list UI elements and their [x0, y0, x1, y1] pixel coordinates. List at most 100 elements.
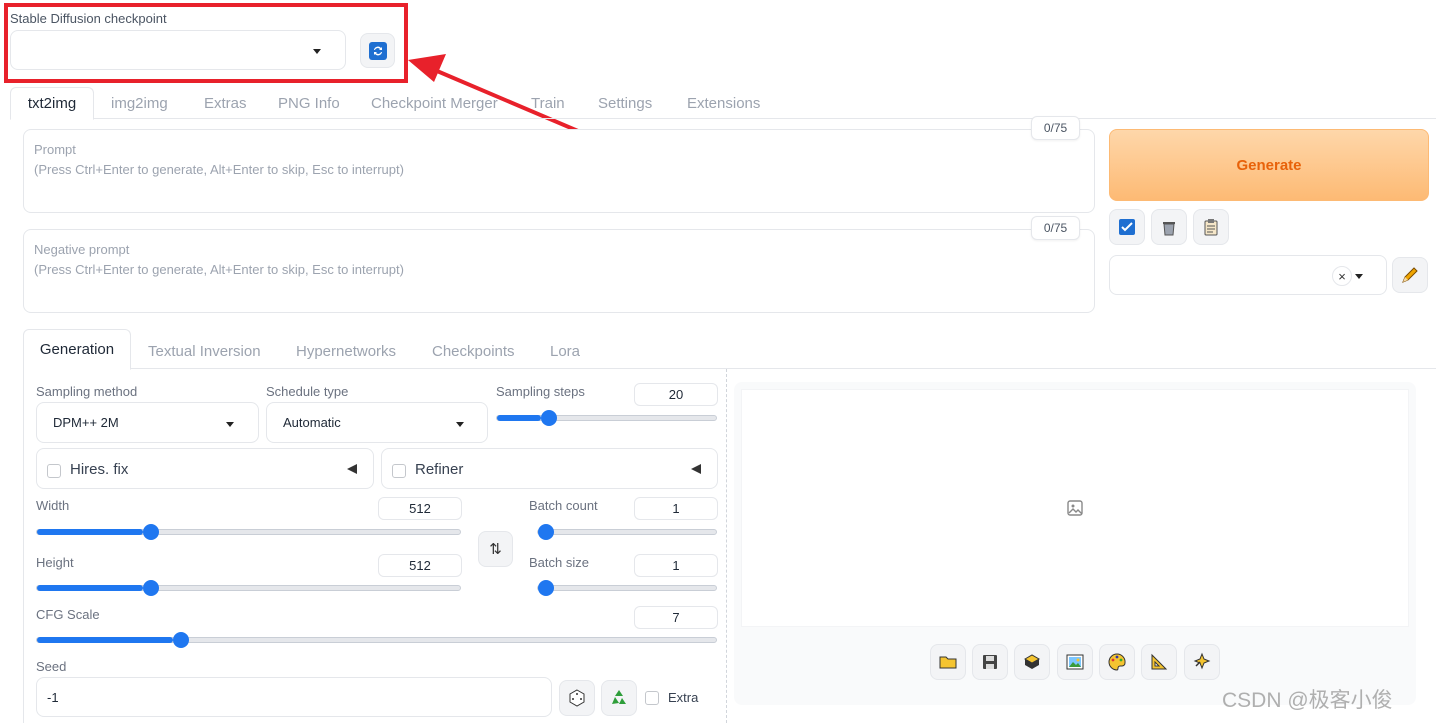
- slider-fill: [37, 585, 143, 591]
- tab-settings[interactable]: Settings: [598, 95, 652, 112]
- negative-prompt-placeholder: (Press Ctrl+Enter to generate, Alt+Enter…: [34, 262, 404, 277]
- slider-thumb[interactable]: [143, 524, 159, 540]
- height-slider[interactable]: [36, 580, 461, 596]
- cfg-scale-slider[interactable]: [36, 632, 717, 648]
- reuse-seed-button[interactable]: [601, 680, 637, 716]
- sampling-method-value: DPM++ 2M: [53, 415, 119, 430]
- annotation-highlight-box: [4, 3, 408, 83]
- chevron-down-icon: [456, 422, 464, 427]
- tab-txt2img[interactable]: txt2img: [10, 87, 94, 120]
- send-to-extras-button[interactable]: [1141, 644, 1177, 680]
- slider-thumb[interactable]: [173, 632, 189, 648]
- tab-train[interactable]: Train: [531, 95, 565, 112]
- tab-textual-inversion[interactable]: Textual Inversion: [148, 343, 261, 360]
- cfg-scale-input[interactable]: 7: [634, 606, 718, 629]
- negative-prompt-token-counter: 0/75: [1031, 216, 1080, 240]
- sampling-method-label: Sampling method: [36, 384, 138, 399]
- recycle-icon: [612, 690, 626, 704]
- clear-prompt-button[interactable]: [1151, 209, 1187, 245]
- seed-label: Seed: [36, 659, 67, 674]
- image-placeholder-icon: [1067, 500, 1083, 516]
- tab-generation-label: Generation: [39, 341, 115, 358]
- picture-icon: [1066, 654, 1084, 670]
- height-input[interactable]: 512: [378, 554, 462, 577]
- create-thumbnail-button[interactable]: [1184, 644, 1220, 680]
- open-folder-button[interactable]: [930, 644, 966, 680]
- tab-extras[interactable]: Extras: [204, 95, 247, 112]
- swap-icon: ⇅: [489, 541, 502, 558]
- slider-fill: [37, 529, 143, 535]
- slider-fill: [37, 637, 173, 643]
- palette-icon: [1108, 653, 1126, 671]
- width-slider[interactable]: [36, 524, 461, 540]
- dice-icon: [569, 689, 585, 707]
- triangle-ruler-icon: [1151, 653, 1168, 670]
- batch-size-slider[interactable]: [537, 580, 717, 596]
- extra-seed-label: Extra: [668, 690, 699, 705]
- extra-seed-checkbox[interactable]: [645, 691, 659, 705]
- tab-png-info[interactable]: PNG Info: [278, 95, 340, 112]
- edit-styles-button[interactable]: [1392, 257, 1428, 293]
- pencil-icon: [1402, 267, 1418, 283]
- negative-prompt-input[interactable]: Negative prompt (Press Ctrl+Enter to gen…: [23, 229, 1095, 313]
- hires-fix-checkbox[interactable]: [47, 464, 61, 478]
- batch-count-slider[interactable]: [537, 524, 717, 540]
- cfg-scale-label: CFG Scale: [36, 607, 100, 622]
- trash-icon: [1163, 222, 1175, 236]
- slider-thumb[interactable]: [538, 580, 554, 596]
- height-label: Height: [36, 555, 74, 570]
- batch-count-input[interactable]: 1: [634, 497, 718, 520]
- slider-thumb[interactable]: [143, 580, 159, 596]
- generate-button[interactable]: Generate: [1109, 129, 1429, 201]
- clipboard-icon: [1204, 219, 1218, 236]
- refiner-checkbox[interactable]: [392, 464, 406, 478]
- collapse-icon[interactable]: [691, 464, 701, 474]
- tab-checkpoint-merger[interactable]: Checkpoint Merger: [371, 95, 498, 112]
- prompt-input[interactable]: Prompt (Press Ctrl+Enter to generate, Al…: [23, 129, 1095, 213]
- tab-img2img[interactable]: img2img: [111, 95, 168, 112]
- zip-icon: [1023, 654, 1041, 669]
- seed-value: -1: [47, 689, 59, 705]
- hires-fix-accordion[interactable]: Hires. fix: [36, 448, 374, 489]
- refiner-accordion[interactable]: Refiner: [381, 448, 718, 489]
- tab-extensions[interactable]: Extensions: [687, 95, 760, 112]
- save-button[interactable]: [972, 644, 1008, 680]
- hires-fix-label: Hires. fix: [70, 461, 129, 478]
- schedule-type-value: Automatic: [283, 415, 341, 430]
- tab-hypernetworks[interactable]: Hypernetworks: [296, 343, 396, 360]
- sampling-steps-slider[interactable]: [496, 410, 717, 426]
- slider-thumb[interactable]: [541, 410, 557, 426]
- apply-style-button[interactable]: [1193, 209, 1229, 245]
- tab-checkpoints[interactable]: Checkpoints: [432, 343, 515, 360]
- slider-fill: [497, 415, 541, 421]
- image-gallery[interactable]: [741, 389, 1409, 627]
- styles-select[interactable]: ×: [1109, 255, 1387, 295]
- save-zip-button[interactable]: [1014, 644, 1050, 680]
- refiner-label: Refiner: [415, 461, 464, 478]
- collapse-icon[interactable]: [347, 464, 357, 474]
- send-to-inpaint-button[interactable]: [1099, 644, 1135, 680]
- sparkle-icon: [1193, 652, 1211, 670]
- schedule-type-label: Schedule type: [266, 384, 349, 399]
- prompt-label: Prompt: [34, 142, 76, 157]
- seed-input[interactable]: -1: [36, 677, 552, 717]
- sampling-method-select[interactable]: DPM++ 2M: [36, 402, 259, 443]
- tab-lora[interactable]: Lora: [550, 343, 580, 360]
- width-input[interactable]: 512: [378, 497, 462, 520]
- swap-dimensions-button[interactable]: ⇅: [478, 531, 513, 567]
- random-seed-button[interactable]: [559, 680, 595, 716]
- clear-icon[interactable]: ×: [1332, 266, 1352, 286]
- schedule-type-select[interactable]: Automatic: [266, 402, 488, 443]
- watermark: CSDN @极客小俊: [1222, 689, 1393, 712]
- batch-size-input[interactable]: 1: [634, 554, 718, 577]
- send-to-img2img-button[interactable]: [1057, 644, 1093, 680]
- tab-generation[interactable]: Generation: [23, 329, 131, 370]
- slider-thumb[interactable]: [538, 524, 554, 540]
- folder-icon: [939, 656, 957, 669]
- chevron-down-icon: [1355, 274, 1363, 279]
- sampling-steps-label: Sampling steps: [496, 384, 585, 399]
- sampling-steps-input[interactable]: 20: [634, 383, 718, 406]
- prompt-token-counter: 0/75: [1031, 116, 1080, 140]
- read-params-button[interactable]: [1109, 209, 1145, 245]
- width-label: Width: [36, 498, 70, 513]
